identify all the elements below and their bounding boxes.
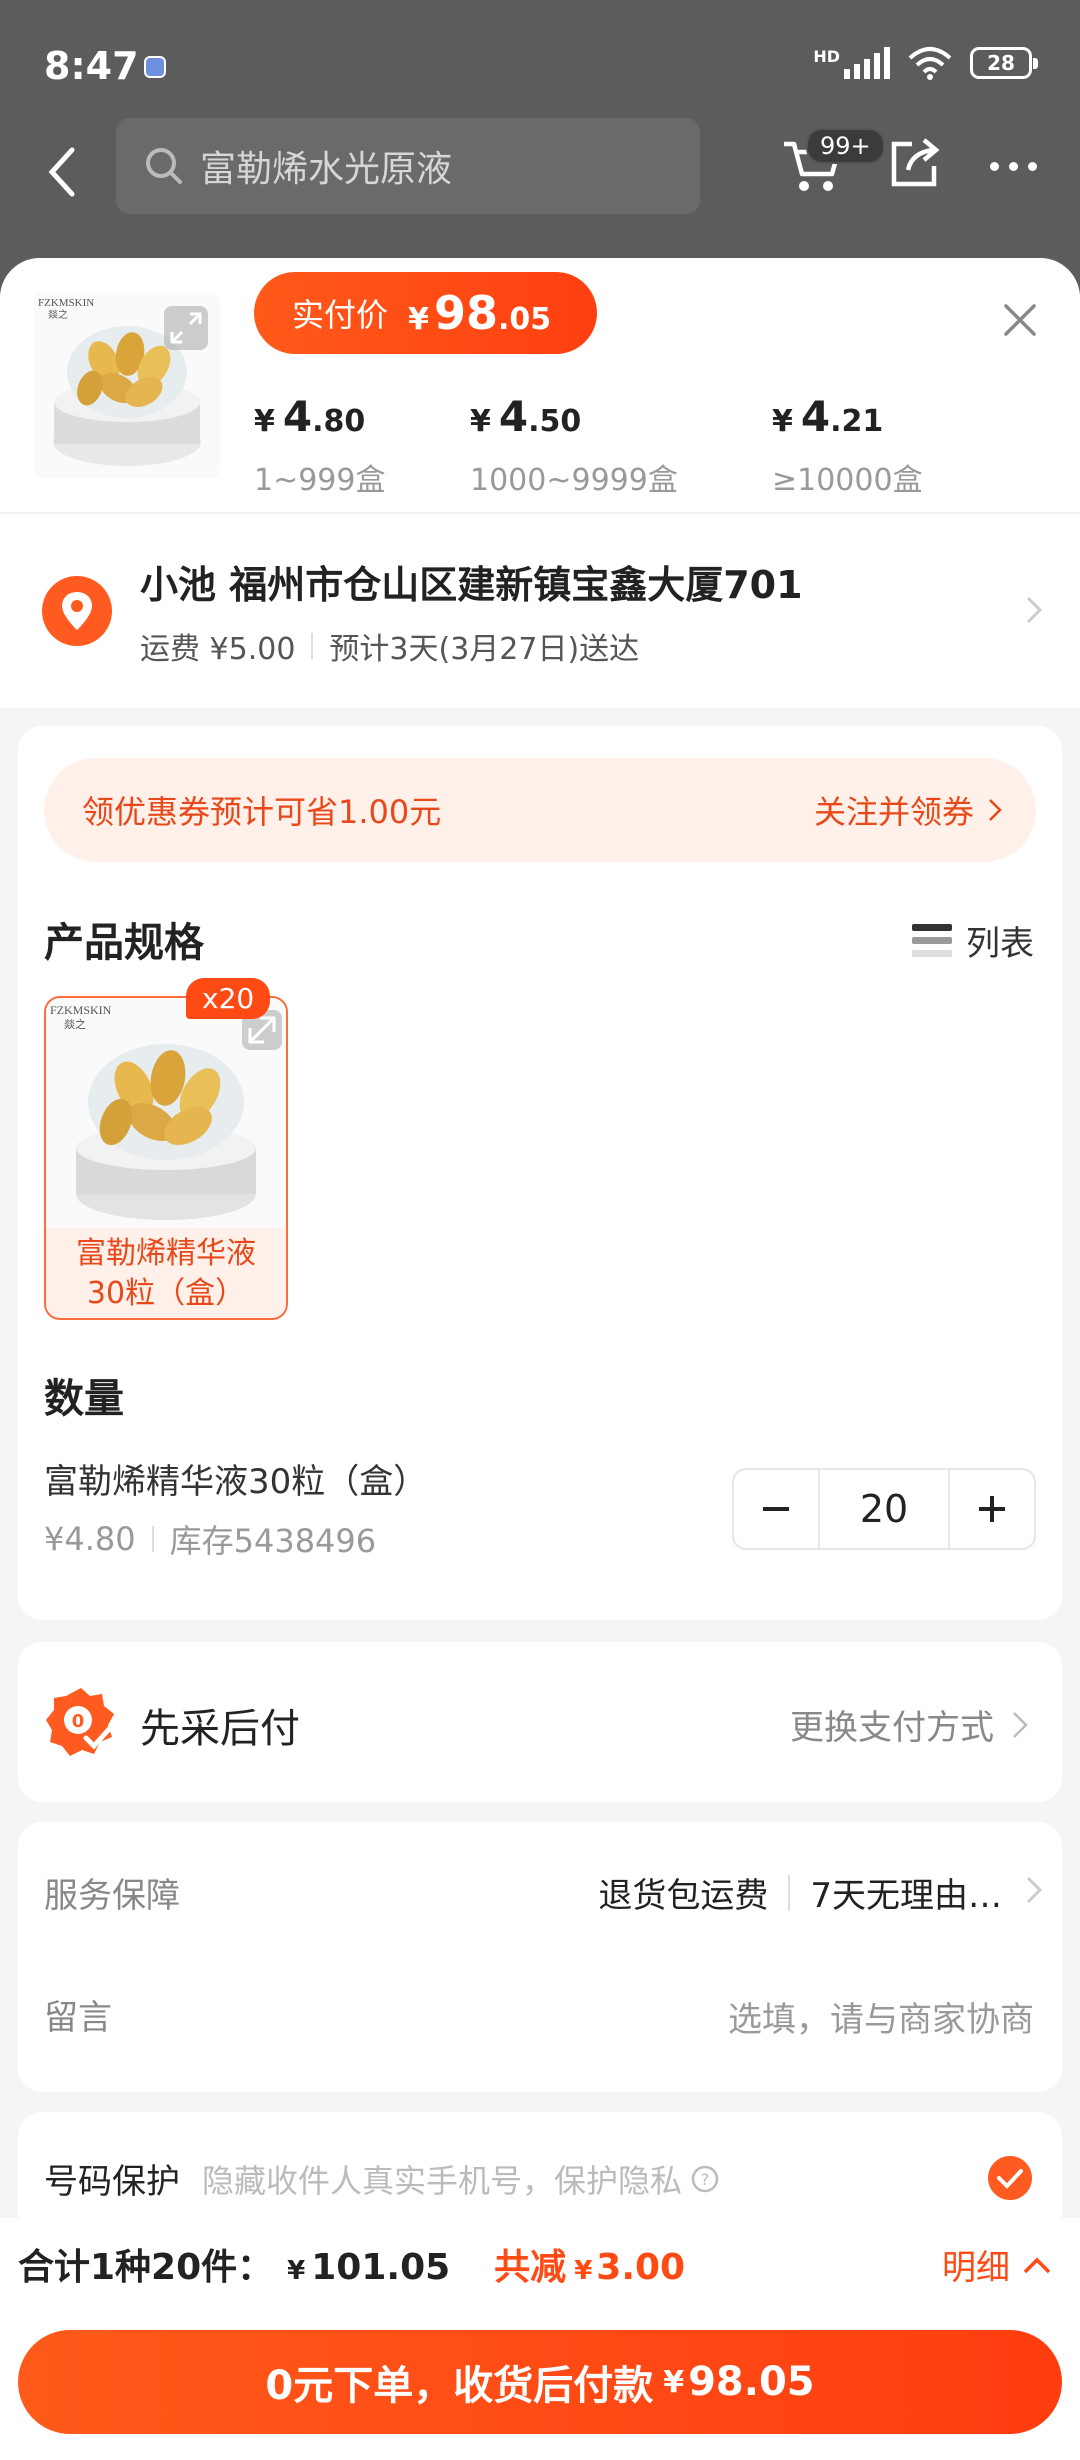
tier-range: 1000~9999盒 [470,463,678,498]
message-label: 留言 [44,1998,112,2038]
message-input[interactable]: 选填，请与商家协商 [728,1992,1034,2041]
service-card: 服务保障 退货包运费 7天无理由… 留言 选填，请与商家协商 [18,1822,1062,2092]
submit-order-button[interactable]: 0元下单，收货后付款 ¥98.05 [18,2330,1062,2434]
close-icon[interactable] [1000,300,1040,340]
cart-count-badge: 99+ [806,128,885,164]
discount-amount: 共减 ¥3.00 [494,2247,686,2288]
svg-text:燚之: 燚之 [48,308,68,321]
currency-symbol: ¥ [408,302,429,337]
shipping-info: 运费 ¥5.00 预计3天(3月27日)送达 [140,624,639,668]
spec-title: 产品规格 [44,920,204,966]
plus-icon [979,1496,1005,1522]
location-pin-icon [42,576,112,646]
sku-label: 富勒烯精华液 30粒（盒） [46,1228,286,1318]
final-price-pill: 实付价 ¥ 98.05 [254,272,598,354]
chevron-right-icon [989,799,1002,821]
total-label: 合计1种20件： [18,2247,274,2288]
tier-range: 1~999盒 [254,463,386,498]
help-icon[interactable]: ? [690,2164,720,2194]
coupon-text: 领优惠券预计可省1.00元 [82,793,442,831]
decrease-button[interactable] [734,1470,818,1548]
chevron-right-icon [1026,1876,1043,1904]
chevron-right-icon [1026,596,1043,624]
coupon-banner[interactable]: 领优惠券预计可省1.00元 关注并领券 [44,758,1036,862]
increase-button[interactable] [950,1470,1034,1548]
share-icon[interactable] [888,136,942,190]
status-bar: 8:47 HD 28 [0,0,1080,120]
svg-text:0: 0 [72,1711,85,1732]
coupon-action[interactable]: 关注并领券 [814,787,1002,833]
svg-text:FZKMSKIN: FZKMSKIN [50,1003,112,1017]
sku-image: FZKMSKIN 燚之 [46,998,286,1228]
search-icon [146,148,182,184]
address-text: 小池 福州市仓山区建新镇宝鑫大厦701 [140,563,803,607]
price-tier: ¥4.80 1~999盒 [254,392,386,498]
status-time: 8:47 [44,44,139,88]
privacy-label: 号码保护 [44,2162,180,2202]
network-label: HD [813,46,840,66]
product-header: FZKMSKIN 燚之 实付价 ¥ 98.05 ¥ 4.80 1~999盒 ¥ … [0,258,1080,512]
total-amount: ¥101.05 [287,2247,451,2288]
final-price-label: 实付价 [292,296,389,334]
search-box[interactable]: 富勒烯水光原液 [116,118,700,214]
notification-icon [144,56,166,78]
svg-text:?: ? [701,2170,710,2189]
final-price-int: 98 [433,286,498,340]
service-label: 服务保障 [44,1876,180,1916]
privacy-checkbox[interactable] [988,2156,1032,2200]
expand-icon[interactable] [164,306,208,350]
address-row[interactable]: 小池 福州市仓山区建新镇宝鑫大厦701 运费 ¥5.00 预计3天(3月27日)… [0,512,1080,708]
pay-later-icon: 0 [46,1688,114,1756]
list-view-toggle[interactable]: 列表 [912,916,1034,965]
delivery-eta: 预计3天(3月27日)送达 [329,632,640,667]
quantity-item-name: 富勒烯精华液30粒（盒） [44,1462,428,1502]
stock-count: 库存5438496 [169,1522,377,1560]
minus-icon [763,1507,789,1511]
tier-range: ≥10000盒 [772,463,923,498]
checkout-bar: 合计1种20件： ¥101.05 共减 ¥3.00 明细 0元下单，收货后付款 ¥9… [0,2218,1080,2460]
privacy-hint: 隐藏收件人真实手机号，保护隐私 ? [202,2156,720,2202]
detail-toggle[interactable]: 明细 [942,2240,1052,2289]
final-price-dec: .05 [498,302,552,337]
payment-title: 先采后付 [140,1706,300,1752]
quantity-meta: ¥4.80 库存5438496 [44,1516,376,1562]
wifi-icon [908,46,952,80]
quantity-stepper[interactable]: 20 [732,1468,1036,1550]
total-summary: 合计1种20件： ¥101.05 共减 ¥3.00 [18,2238,685,2290]
service-tag: 7天无理由… [810,1876,1002,1916]
search-text: 富勒烯水光原液 [200,149,453,190]
quantity-value[interactable]: 20 [818,1470,950,1548]
payment-card[interactable]: 0 先采后付 更换支付方式 [18,1642,1062,1802]
chevron-right-icon [1013,1711,1028,1738]
purchase-sheet: FZKMSKIN 燚之 实付价 ¥ 98.05 ¥ 4.80 1~999盒 ¥ … [0,258,1080,2460]
svg-text:燚之: 燚之 [64,1017,86,1031]
price-tier: ¥4.21 ≥10000盒 [772,392,923,498]
shipping-fee: 运费 ¥5.00 [140,632,296,667]
chevron-up-icon [1023,2257,1051,2273]
sku-count-badge: x20 [186,978,271,1019]
more-icon[interactable] [990,162,1037,171]
price-tier: ¥4.50 1000~9999盒 [470,392,678,498]
unit-price: ¥4.80 [44,1520,136,1558]
price-tiers: ¥4.80 1~999盒 ¥4.50 1000~9999盒 ¥4.21 ≥100… [254,392,1074,502]
signal-icon [844,47,890,79]
svg-text:FZKMSKIN: FZKMSKIN [38,297,94,309]
back-icon[interactable] [44,142,84,202]
quantity-title: 数量 [44,1376,124,1422]
list-icon [912,924,952,957]
service-tags[interactable]: 退货包运费 7天无理由… [598,1868,1002,1917]
spec-card: 领优惠券预计可省1.00元 关注并领券 产品规格 列表 FZKMSKIN 燚之 [18,726,1062,1620]
change-payment-link[interactable]: 更换支付方式 [790,1700,1028,1749]
battery-icon: 28 [970,47,1038,79]
service-tag: 退货包运费 [598,1876,769,1916]
sku-option[interactable]: FZKMSKIN 燚之 富勒烯精华液 30粒（盒） [44,996,288,1320]
